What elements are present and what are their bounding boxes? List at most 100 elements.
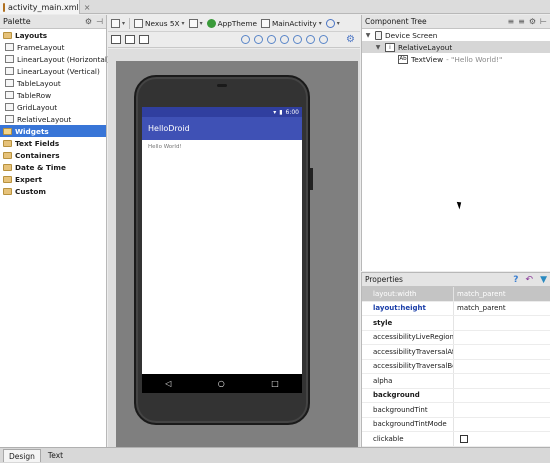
tree-node-value: - "Hello World!" <box>446 54 503 64</box>
component-tree-panel: Component Tree ≡ ≡ ⚙ ⊢ ▼ Device Screen ▼… <box>361 15 550 271</box>
property-value[interactable] <box>454 374 550 388</box>
tab-design[interactable]: Design <box>3 449 41 462</box>
refresh-icon[interactable] <box>306 35 315 44</box>
editor-mode-tabs: Design Text <box>0 447 550 463</box>
palette-category[interactable]: Widgets <box>0 125 106 137</box>
properties-panel: Properties ? ↶ ▼ layout:width match_paren… <box>361 272 550 447</box>
property-row[interactable]: background <box>362 388 550 403</box>
palette-category[interactable]: Date & Time <box>0 161 106 173</box>
settings-gear-icon[interactable]: ⚙ <box>346 34 355 45</box>
orientation-icon <box>188 18 198 28</box>
palette-widget[interactable]: GridLayout <box>0 101 106 113</box>
palette-widget[interactable]: LinearLayout (Horizontal) <box>0 53 110 65</box>
palette-category[interactable]: Custom <box>0 185 106 197</box>
theme-selector[interactable]: AppTheme <box>206 18 257 28</box>
expand-horizontal-icon[interactable] <box>125 35 135 44</box>
phone-side-button <box>310 168 313 190</box>
property-value[interactable] <box>454 345 550 359</box>
textview-icon: Ab <box>398 54 408 64</box>
close-tab-icon[interactable]: × <box>84 3 91 12</box>
palette-item-label: LinearLayout (Vertical) <box>17 66 100 76</box>
rendering-options-button[interactable]: ▾ <box>111 18 125 28</box>
property-value[interactable] <box>454 360 550 374</box>
hello-world-textview[interactable]: Hello World! <box>148 144 182 150</box>
device-icon <box>134 18 144 28</box>
device-label: Nexus 5X <box>145 18 180 28</box>
locale-selector[interactable]: ▾ <box>325 18 340 28</box>
property-row[interactable]: alpha <box>362 374 550 389</box>
file-tab-activity-main[interactable]: activity_main.xml × <box>0 0 90 14</box>
hide-panel-icon[interactable]: ⊣ <box>96 17 103 26</box>
expand-all-icon[interactable]: ≡ <box>507 17 514 26</box>
property-name: backgroundTintMode <box>362 417 454 431</box>
palette-widget[interactable]: TableLayout <box>0 77 106 89</box>
palette-header: Palette ⚙ ⊣ <box>0 15 106 29</box>
expand-vertical-icon[interactable] <box>139 35 149 44</box>
zoom-actual-icon[interactable] <box>254 35 263 44</box>
palette-widget[interactable]: TableRow <box>0 89 106 101</box>
palette-category[interactable]: Text Fields <box>0 137 106 149</box>
property-name: clickable <box>362 432 454 446</box>
tree-node-relativelayout[interactable]: ▼ ⁞ RelativeLayout <box>362 41 550 53</box>
palette-category[interactable]: Expert <box>0 173 106 185</box>
orientation-selector[interactable]: ▾ <box>188 18 203 28</box>
palette-item-label: Custom <box>15 186 46 196</box>
activity-icon <box>261 18 271 28</box>
property-value[interactable]: match_parent <box>454 287 550 301</box>
palette-list: Layouts FrameLayout LinearLayout (Horizont… <box>0 29 110 197</box>
undo-icon[interactable]: ↶ <box>526 275 534 285</box>
property-value[interactable] <box>454 418 550 432</box>
property-value[interactable] <box>454 432 550 446</box>
filter-icon[interactable]: ▼ <box>540 275 547 285</box>
android-app-bar[interactable]: HelloDroid <box>142 117 302 140</box>
settings-gear-icon[interactable]: ⚙ <box>85 17 92 26</box>
property-row[interactable]: accessibilityTraversalAfter <box>362 345 550 360</box>
property-value[interactable] <box>454 316 550 330</box>
property-row[interactable]: accessibilityTraversalBefore <box>362 359 550 374</box>
editor-tab-bar: activity_main.xml × <box>0 0 550 14</box>
property-value[interactable]: match_parent <box>454 302 550 316</box>
property-row[interactable]: layout:height match_parent <box>362 301 550 316</box>
screenshot-icon[interactable] <box>293 35 302 44</box>
property-row[interactable]: backgroundTintMode <box>362 417 550 432</box>
zoom-to-fit-icon[interactable] <box>241 35 250 44</box>
zoom-in-icon[interactable] <box>267 35 276 44</box>
help-icon[interactable]: ? <box>513 275 518 285</box>
toolbar-divider <box>129 17 131 29</box>
property-value[interactable] <box>454 389 550 403</box>
collapse-arrow-icon[interactable]: ▼ <box>364 32 372 39</box>
zoom-fit-icon[interactable] <box>111 35 121 44</box>
folder-icon <box>3 151 12 159</box>
clickable-checkbox[interactable] <box>460 434 468 443</box>
collapse-all-icon[interactable]: ≡ <box>518 17 525 26</box>
palette-widget[interactable]: FrameLayout <box>0 41 106 53</box>
tree-node-device-screen[interactable]: ▼ Device Screen <box>362 29 550 41</box>
android-nav-bar: ◁ ○ □ <box>142 374 302 393</box>
globe-icon <box>325 18 335 28</box>
property-row[interactable]: backgroundTint <box>362 403 550 418</box>
settings-gear-icon[interactable]: ⚙ <box>529 17 536 26</box>
activity-selector[interactable]: MainActivity ▾ <box>261 18 322 28</box>
zoom-out-icon[interactable] <box>280 35 289 44</box>
device-screen-icon <box>375 30 382 40</box>
property-row[interactable]: style <box>362 316 550 331</box>
tab-text[interactable]: Text <box>43 449 68 462</box>
property-value[interactable] <box>454 331 550 345</box>
activity-label: MainActivity <box>272 18 317 28</box>
palette-widget[interactable]: LinearLayout (Vertical) <box>0 65 106 77</box>
folder-icon <box>3 175 12 183</box>
property-row[interactable]: accessibilityLiveRegion <box>362 330 550 345</box>
help-icon[interactable] <box>319 35 328 44</box>
property-row[interactable]: clickable <box>362 432 550 447</box>
property-row[interactable]: layout:width match_parent <box>362 287 550 302</box>
palette-widget[interactable]: RelativeLayout <box>0 113 106 125</box>
tree-node-textview[interactable]: Ab TextView - "Hello World!" <box>362 53 550 65</box>
property-value[interactable] <box>454 403 550 417</box>
relativelayout-icon: ⁞ <box>385 42 395 52</box>
palette-category[interactable]: Containers <box>0 149 106 161</box>
hide-panel-icon[interactable]: ⊢ <box>540 17 547 26</box>
folder-icon <box>3 163 12 171</box>
palette-category[interactable]: Layouts <box>0 29 106 41</box>
device-selector[interactable]: Nexus 5X ▾ <box>134 18 185 28</box>
collapse-arrow-icon[interactable]: ▼ <box>374 44 382 51</box>
